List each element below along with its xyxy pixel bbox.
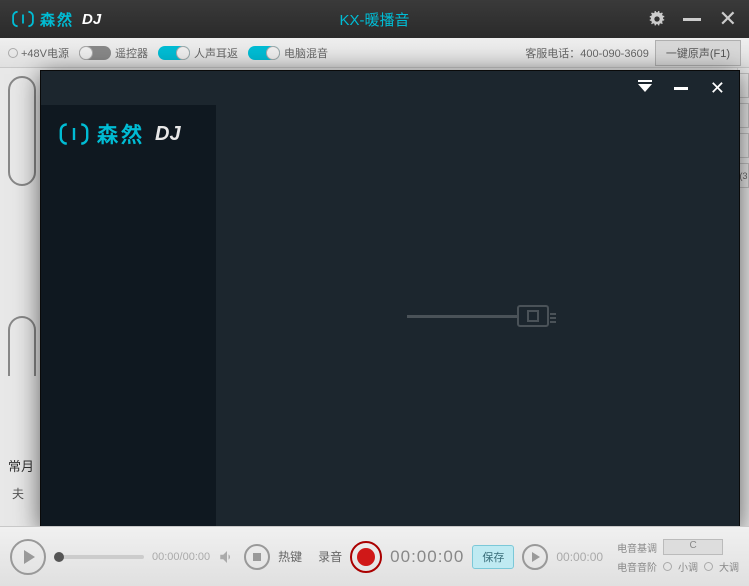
title-bar: 森然 DJ KX-暖播音 ✕ xyxy=(0,0,749,38)
close-button[interactable]: ✕ xyxy=(719,6,737,32)
knob-outline-1 xyxy=(8,76,36,186)
service-phone: 客服电话：400-090-3609 xyxy=(525,45,649,61)
playback-slider[interactable] xyxy=(54,555,144,559)
overlay-header: ✕ xyxy=(41,71,739,105)
major-radio[interactable] xyxy=(704,562,713,571)
category-label: 常月 xyxy=(8,456,38,475)
original-sound-button[interactable]: 一键原声(F1) xyxy=(655,40,741,66)
minor-radio[interactable] xyxy=(663,562,672,571)
brand-name: 森然 xyxy=(40,9,74,30)
overlay-sidebar: 森然 DJ xyxy=(41,105,216,527)
record-time: 00:00:00 xyxy=(390,547,464,567)
phantom-power-toggle[interactable]: +48V电源 xyxy=(8,45,69,61)
vocal-monitor-toggle[interactable]: 人声耳返 xyxy=(154,45,238,61)
playback-record-button[interactable] xyxy=(522,544,548,570)
hotkey-label: 热键 xyxy=(278,548,302,565)
save-button[interactable]: 保存 xyxy=(472,545,514,569)
overlay-brand-name: 森然 xyxy=(97,119,145,149)
tune-section: 电音基调 C 电音音阶 小调 大调 xyxy=(617,539,739,574)
major-label: 大调 xyxy=(719,559,739,574)
record-playback-time: 00:00:00 xyxy=(556,550,603,564)
category-item[interactable]: 夫 xyxy=(8,485,38,502)
overlay-brand-dj: DJ xyxy=(155,123,181,146)
minor-label: 小调 xyxy=(678,559,698,574)
playback-time: 00:00/00:00 xyxy=(152,551,210,563)
pc-mix-toggle[interactable]: 电脑混音 xyxy=(244,45,328,61)
brand-logo-icon xyxy=(59,122,89,146)
overlay-logo: 森然 DJ xyxy=(59,119,198,149)
minimize-button[interactable] xyxy=(683,18,701,21)
app-logo: 森然 DJ xyxy=(12,9,101,30)
play-button[interactable] xyxy=(10,539,46,575)
tune-step-label: 电音音阶 xyxy=(617,559,657,574)
brand-logo-icon xyxy=(12,10,34,28)
window-title: KX-暖播音 xyxy=(339,9,409,30)
stop-button[interactable] xyxy=(244,544,270,570)
brand-dj: DJ xyxy=(82,11,101,28)
settings-icon[interactable] xyxy=(649,11,665,27)
overlay-content xyxy=(216,105,739,527)
volume-icon[interactable] xyxy=(218,548,236,566)
usb-icon xyxy=(407,305,549,327)
overlay-close-button[interactable]: ✕ xyxy=(710,78,725,99)
dropdown-icon[interactable] xyxy=(638,84,652,92)
overlay-minimize-button[interactable] xyxy=(674,87,688,90)
main-area: 常月 夫 (3 ✕ 森然 DJ xyxy=(0,68,749,526)
tune-key-dropdown[interactable]: C xyxy=(663,539,723,555)
overlay-panel: ✕ 森然 DJ xyxy=(40,70,740,528)
record-label: 录音 xyxy=(318,548,342,565)
record-button[interactable] xyxy=(350,541,382,573)
remote-toggle[interactable]: 遥控器 xyxy=(75,45,148,61)
bottom-bar: 00:00/00:00 热键 录音 00:00:00 保存 00:00:00 电… xyxy=(0,526,749,586)
tune-base-label: 电音基调 xyxy=(617,540,657,555)
knob-outline-2 xyxy=(8,316,36,376)
toolbar: +48V电源 遥控器 人声耳返 电脑混音 客服电话：400-090-3609 一… xyxy=(0,38,749,68)
left-panel: 常月 夫 xyxy=(8,76,38,516)
